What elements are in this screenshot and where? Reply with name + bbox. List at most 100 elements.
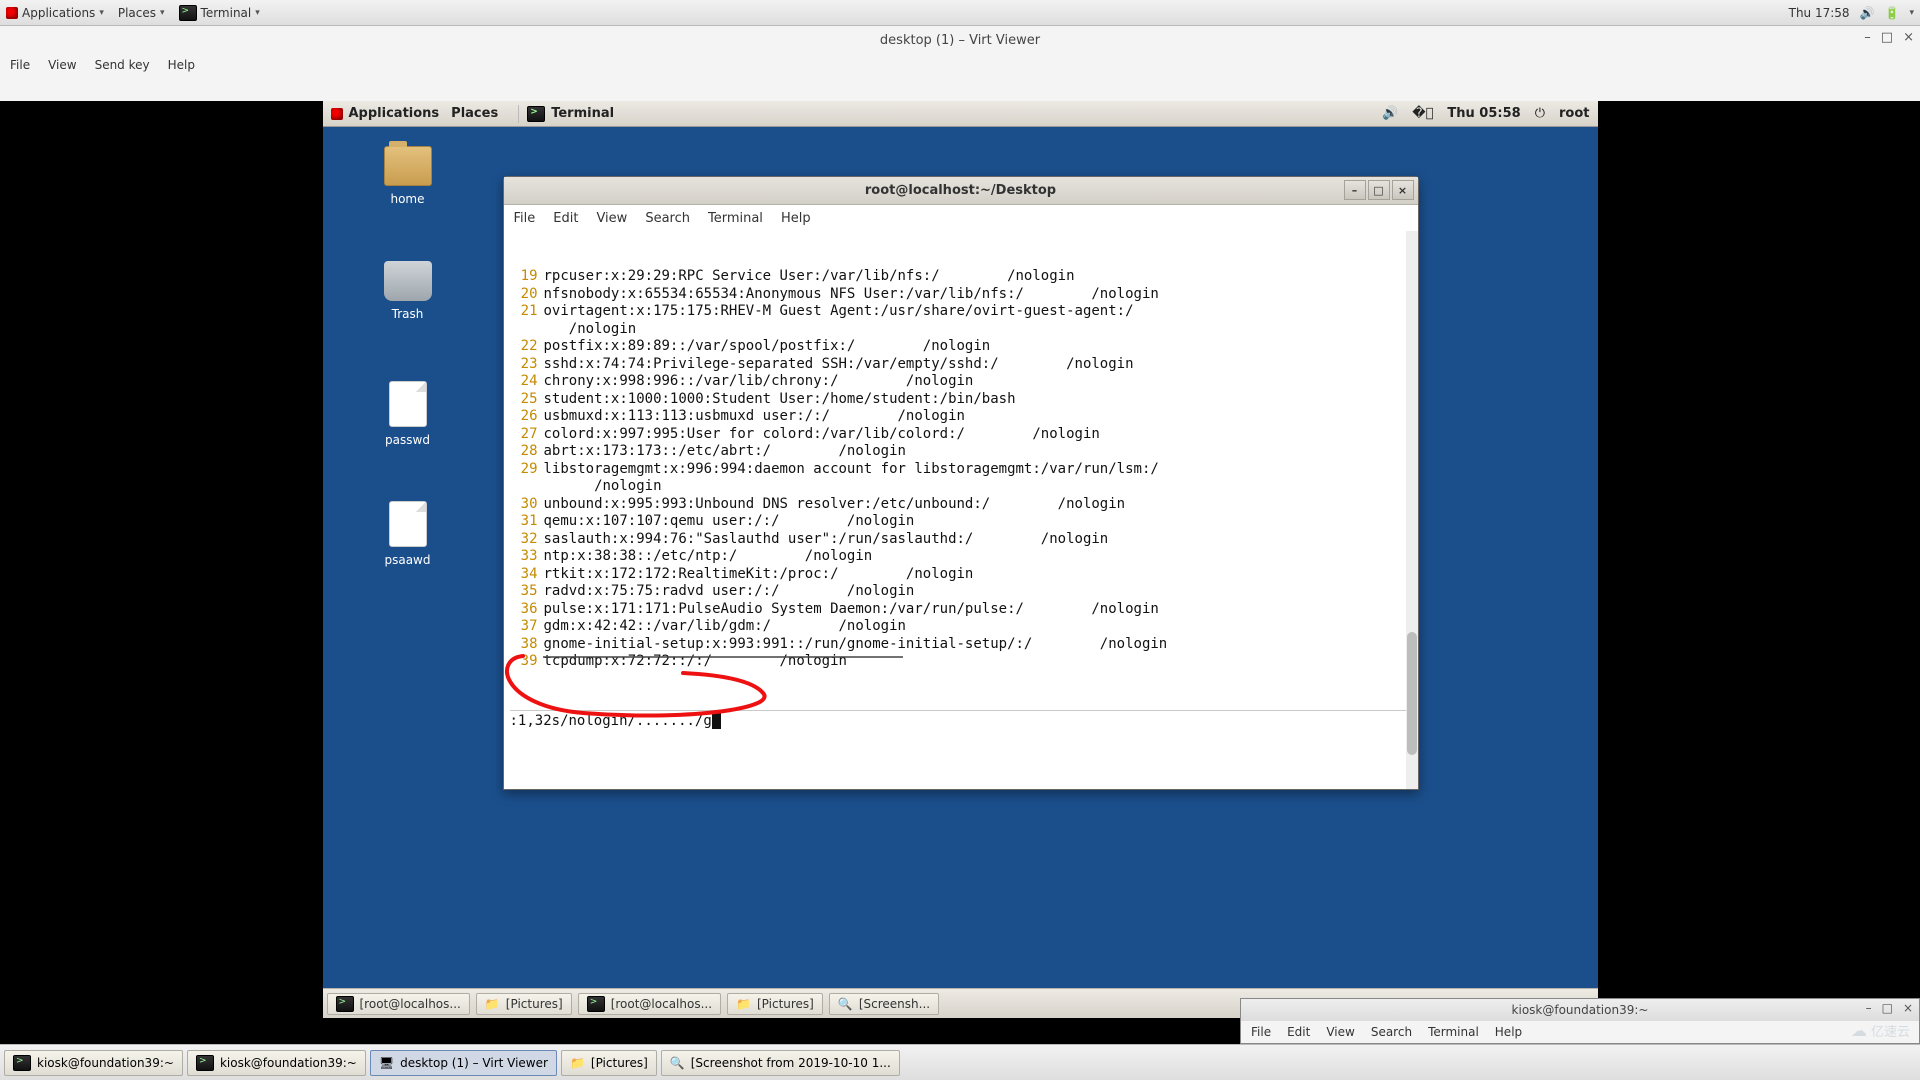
small-terminal-titlebar[interactable]: kiosk@foundation39:~ –□ × (1241, 999, 1919, 1021)
watermark: 亿速云 (1851, 1021, 1910, 1040)
host-taskbar-item[interactable]: 🔍 [Screenshot from 2019-10-10 1... (661, 1050, 900, 1076)
menu-edit[interactable]: Edit (1287, 1025, 1310, 1039)
volume-icon[interactable]: 🔊 (1860, 6, 1875, 20)
cursor-icon (712, 713, 721, 729)
home-folder-icon[interactable]: home (363, 146, 453, 206)
terminal-line: 31qemu:x:107:107:qemu user:/:/ /nologin (510, 513, 1412, 531)
taskbar-item[interactable]: 📁 [Pictures] (727, 993, 823, 1015)
terminal-menu-terminal[interactable]: Terminal (708, 211, 763, 226)
terminal-icon (13, 1055, 31, 1071)
terminal-scrollbar[interactable] (1406, 231, 1418, 789)
host-small-terminal: kiosk@foundation39:~ –□ × File Edit View … (1240, 998, 1920, 1044)
minimize-button[interactable]: – (1864, 30, 1871, 45)
host-taskbar-item[interactable]: kiosk@foundation39:~ (187, 1050, 366, 1076)
psaawd-file-icon[interactable]: psaawd (363, 501, 453, 567)
virt-menu-help[interactable]: Help (168, 58, 195, 72)
terminal-line: 21ovirtagent:x:175:175:RHEV-M Guest Agen… (510, 303, 1412, 321)
terminal-line: 36pulse:x:171:171:PulseAudio System Daem… (510, 601, 1412, 619)
terminal-line: 20nfsnobody:x:65534:65534:Anonymous NFS … (510, 286, 1412, 304)
small-terminal-title: kiosk@foundation39:~ (1512, 1003, 1649, 1017)
taskbar-item[interactable]: 📁 [Pictures] (476, 993, 572, 1015)
menu-help[interactable]: Help (1495, 1025, 1522, 1039)
guest-desktop-area: Applications Places Terminal 🔊 �⃝ Thu 05… (0, 101, 1920, 1018)
volume-icon[interactable]: 🔊 (1382, 106, 1398, 121)
terminal-line: 29libstoragemgmt:x:996:994:daemon accoun… (510, 461, 1412, 479)
terminal-line: 34rtkit:x:172:172:RealtimeKit:/proc:/ /n… (510, 566, 1412, 584)
terminal-icon (527, 106, 545, 122)
taskbar-item[interactable]: 🔍 [Screensh... (829, 993, 939, 1015)
accessibility-icon[interactable]: �⃝ (1412, 106, 1433, 121)
menu-search[interactable]: Search (1371, 1025, 1412, 1039)
host-taskbar-item-active[interactable]: 🖥 desktop (1) – Virt Viewer (370, 1050, 557, 1076)
terminal-menubar: File Edit View Search Terminal Help (504, 205, 1418, 231)
virt-menu-view[interactable]: View (48, 58, 76, 72)
terminal-maximize-button[interactable]: □ (1368, 180, 1390, 200)
terminal-line: 26usbmuxd:x:113:113:usbmuxd user:/:/ /no… (510, 408, 1412, 426)
terminal-line: 39tcpdump:x:72:72::/:/ /nologin (510, 653, 1412, 671)
host-taskbar-item[interactable]: 📁 [Pictures] (561, 1050, 657, 1076)
terminal-minimize-button[interactable]: – (1344, 180, 1366, 200)
guest-terminal-window: root@localhost:~/Desktop – □ × File Edit… (503, 176, 1419, 790)
guest-clock[interactable]: Thu 05:58 (1447, 106, 1520, 121)
terminal-line: 23sshd:x:74:74:Privilege-separated SSH:/… (510, 356, 1412, 374)
terminal-title: root@localhost:~/Desktop (865, 183, 1056, 198)
terminal-menu-help[interactable]: Help (781, 211, 811, 226)
guest-user[interactable]: root (1559, 106, 1590, 121)
terminal-titlebar[interactable]: root@localhost:~/Desktop – □ × (504, 177, 1418, 205)
terminal-icon (179, 5, 197, 21)
terminal-menu-file[interactable]: File (514, 211, 536, 226)
redhat-icon (6, 7, 18, 19)
host-taskbar: kiosk@foundation39:~ kiosk@foundation39:… (0, 1044, 1920, 1080)
close-button[interactable]: × (1903, 30, 1914, 45)
passwd-file-icon[interactable]: passwd (363, 381, 453, 447)
taskbar-item[interactable]: [root@localhos... (578, 993, 721, 1015)
terminal-line: /nologin (510, 321, 1412, 339)
virt-titlebar[interactable]: desktop (1) – Virt Viewer – □ × (0, 26, 1920, 54)
menu-terminal[interactable]: Terminal (1428, 1025, 1479, 1039)
guest-terminal-menu[interactable]: Terminal (551, 106, 614, 121)
maximize-button[interactable]: □ (1881, 30, 1893, 45)
host-terminal-menu[interactable]: Terminal▾ (179, 5, 260, 21)
terminal-menu-search[interactable]: Search (645, 211, 690, 226)
terminal-line: 30unbound:x:995:993:Unbound DNS resolver… (510, 496, 1412, 514)
terminal-line: 38gnome-initial-setup:x:993:991::/run/gn… (510, 636, 1412, 654)
virt-title: desktop (1) – Virt Viewer (880, 33, 1040, 48)
virt-menubar: File View Send key Help (0, 54, 1920, 76)
host-places-menu[interactable]: Places▾ (118, 6, 165, 20)
maximize-button[interactable]: □ (1882, 1001, 1893, 1015)
guest-desktop[interactable]: Applications Places Terminal 🔊 �⃝ Thu 05… (323, 101, 1598, 1018)
scrollbar-thumb[interactable] (1407, 632, 1417, 755)
terminal-line: 33ntp:x:38:38::/etc/ntp:/ /nologin (510, 548, 1412, 566)
terminal-icon (196, 1055, 214, 1071)
system-menu-icon[interactable]: ▾ (1909, 8, 1914, 18)
guest-applications-menu[interactable]: Applications (349, 106, 440, 121)
minimize-button[interactable]: – (1866, 1001, 1872, 1015)
terminal-line: 24chrony:x:998:996::/var/lib/chrony:/ /n… (510, 373, 1412, 391)
virt-menu-file[interactable]: File (10, 58, 30, 72)
terminal-close-button[interactable]: × (1392, 180, 1414, 200)
terminal-line: 25student:x:1000:1000:Student User:/home… (510, 391, 1412, 409)
terminal-menu-view[interactable]: View (596, 211, 627, 226)
host-applications-menu[interactable]: Applications▾ (6, 6, 104, 20)
terminal-line: 28abrt:x:173:173::/etc/abrt:/ /nologin (510, 443, 1412, 461)
small-terminal-menubar: File Edit View Search Terminal Help (1241, 1021, 1919, 1043)
terminal-line: 19rpcuser:x:29:29:RPC Service User:/var/… (510, 268, 1412, 286)
virt-menu-sendkey[interactable]: Send key (95, 58, 150, 72)
terminal-icon (336, 996, 354, 1012)
battery-icon[interactable]: 🔋 (1885, 6, 1900, 20)
menu-view[interactable]: View (1326, 1025, 1354, 1039)
guest-places-menu[interactable]: Places (451, 106, 498, 121)
host-clock[interactable]: Thu 17:58 (1789, 6, 1850, 20)
redhat-icon (331, 108, 343, 120)
terminal-line: 37gdm:x:42:42::/var/lib/gdm:/ /nologin (510, 618, 1412, 636)
terminal-menu-edit[interactable]: Edit (553, 211, 578, 226)
menu-file[interactable]: File (1251, 1025, 1271, 1039)
terminal-line: 35radvd:x:75:75:radvd user:/:/ /nologin (510, 583, 1412, 601)
trash-icon[interactable]: Trash (363, 261, 453, 321)
power-icon[interactable]: ⏻ (1535, 106, 1545, 121)
close-button[interactable]: × (1903, 1001, 1913, 1015)
host-taskbar-item[interactable]: kiosk@foundation39:~ (4, 1050, 183, 1076)
taskbar-item[interactable]: [root@localhos... (327, 993, 470, 1015)
terminal-line: /nologin (510, 478, 1412, 496)
terminal-body[interactable]: 19rpcuser:x:29:29:RPC Service User:/var/… (504, 231, 1418, 789)
